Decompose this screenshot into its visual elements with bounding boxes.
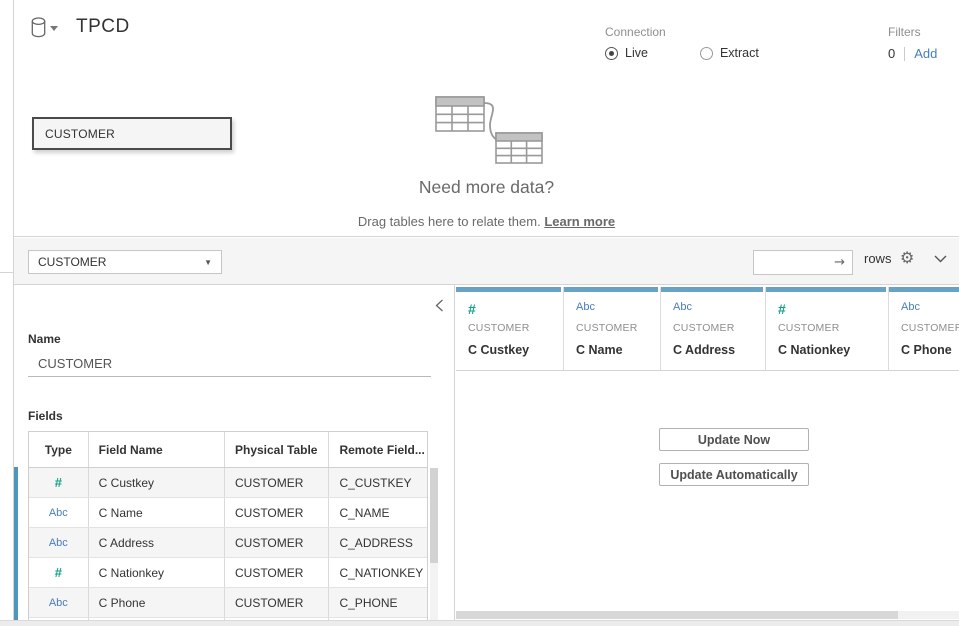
radio-extract[interactable]: Extract [700,46,759,60]
canvas-area: TPCD Connection Live Extract Filters 0 A… [14,0,959,237]
filters-label: Filters [888,25,937,39]
string-type-icon: Abc [29,498,89,527]
table-row[interactable]: Abc C Address CUSTOMER C_ADDRESS [29,528,427,558]
connection-section: Connection Live Extract [605,25,759,60]
fields-table: Type Field Name Physical Table Remote Fi… [28,431,428,620]
table-row[interactable]: Abc C Phone CUSTOMER C_PHONE [29,588,427,618]
grid-column-header[interactable]: # CUSTOMER C Custkey [456,287,564,371]
string-type-icon: Abc [576,301,660,316]
datasource-header: TPCD [30,16,130,38]
collapse-panel-icon[interactable] [435,299,444,312]
rows-count-box: → [753,250,853,275]
chevron-down-icon[interactable] [934,255,947,263]
filters-count: 0 [888,46,895,61]
data-preview-grid: # CUSTOMER C Custkey Abc CUSTOMER C Name… [456,285,959,620]
rows-label: rows [864,251,891,266]
bottom-scroll-strip [0,620,959,626]
name-label: Name [28,332,61,346]
empty-state-title: Need more data? [14,177,959,198]
number-type-icon: # [29,468,89,497]
number-type-icon: # [29,558,89,587]
string-type-icon: Abc [901,301,959,316]
table-select-dropdown[interactable]: CUSTOMER ▼ [28,250,222,274]
string-type-icon: Abc [673,301,765,316]
fields-label: Fields [28,409,63,423]
datasource-title: TPCD [76,16,130,38]
table-row[interactable]: Abc C Name CUSTOMER C_NAME [29,498,427,528]
fields-table-header: Type Field Name Physical Table Remote Fi… [29,432,427,468]
connection-label: Connection [605,25,759,39]
grid-horizontal-scrollbar[interactable] [456,611,959,619]
learn-more-link[interactable]: Learn more [544,214,615,229]
table-row[interactable]: # C Nationkey CUSTOMER C_NATIONKEY [29,558,427,588]
table-name-input[interactable] [28,351,431,377]
radio-live-icon[interactable] [605,47,618,60]
grid-column-header[interactable]: Abc CUSTOMER C Phone [889,287,959,371]
add-filter-link[interactable]: Add [914,46,937,61]
number-type-icon: # [468,301,563,316]
number-type-icon: # [778,301,888,316]
row-selection-strip [14,467,18,620]
dropdown-caret-icon: ▼ [204,258,212,267]
grid-column-header[interactable]: Abc CUSTOMER C Address [661,287,766,371]
string-type-icon: Abc [29,588,89,617]
string-type-icon: Abc [29,528,89,557]
relate-tables-illustration [428,93,546,165]
database-menu-caret-icon[interactable] [50,26,58,31]
update-now-button[interactable]: Update Now [659,428,809,451]
grid-column-header[interactable]: Abc CUSTOMER C Name [564,287,661,371]
filters-section: Filters 0 Add [888,25,937,61]
field-properties-panel: Name Fields Type Field Name Physical Tab… [14,285,455,620]
grid-column-header[interactable]: # CUSTOMER C Nationkey [766,287,889,371]
gear-icon[interactable]: ⚙ [900,248,914,267]
empty-state: Need more data? Drag tables here to rela… [14,93,959,229]
fields-table-scrollbar[interactable] [430,468,438,620]
database-icon[interactable] [30,17,47,38]
update-automatically-button[interactable]: Update Automatically [659,463,809,486]
table-row[interactable]: # C Custkey CUSTOMER C_CUSTKEY [29,468,427,498]
radio-live[interactable]: Live [605,46,648,60]
grid-toolbar: CUSTOMER ▼ → rows ⚙ [14,238,959,285]
left-gutter [0,0,14,626]
rows-count-input[interactable] [754,251,824,274]
arrow-right-icon[interactable]: → [834,255,852,270]
empty-state-subtext: Drag tables here to relate them. Learn m… [14,214,959,229]
radio-extract-icon[interactable] [700,47,713,60]
tableau-datasource-page: TPCD Connection Live Extract Filters 0 A… [0,0,959,626]
